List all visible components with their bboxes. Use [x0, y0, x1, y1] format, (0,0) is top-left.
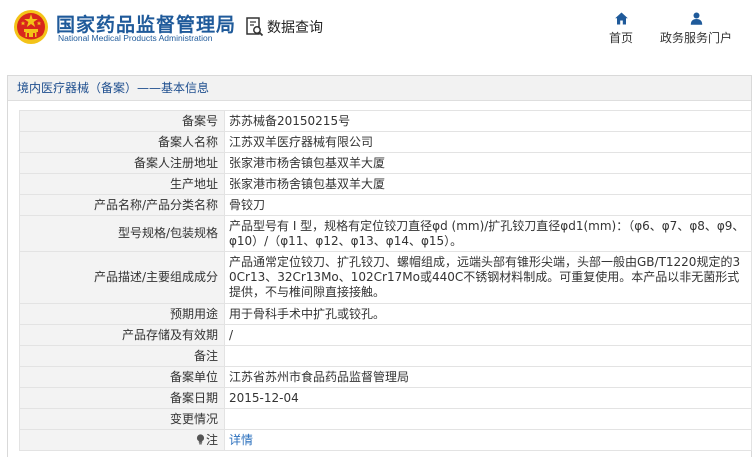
panel-breadcrumb: 境内医疗器械（备案）——基本信息	[8, 76, 751, 101]
nav-services-label: 政务服务门户	[659, 31, 732, 45]
nav-home-label: 首页	[608, 31, 633, 45]
row-value: 骨铰刀	[224, 194, 752, 216]
table-row: 变更情况	[19, 408, 752, 430]
table-row: 备案日期 2015-12-04	[19, 387, 752, 409]
nav-services-portal[interactable]: 政务服务门户	[655, 12, 737, 46]
row-label: 变更情况	[19, 408, 225, 430]
table-row: 产品存储及有效期 /	[19, 324, 752, 346]
row-value: 用于骨科手术中扩孔或铰孔。	[224, 303, 752, 325]
row-label: 备案人名称	[19, 131, 225, 153]
table-row: 备案人名称 江苏双羊医疗器械有限公司	[19, 131, 752, 153]
row-value: 苏苏械备20150215号	[224, 110, 752, 132]
table-row: 备案人注册地址 张家港市杨舍镇包基双羊大厦	[19, 152, 752, 174]
row-label: 注	[205, 432, 218, 447]
row-value	[224, 345, 752, 367]
row-label: 产品名称/产品分类名称	[19, 194, 225, 216]
row-label: 型号规格/包装规格	[19, 215, 225, 252]
national-emblem-icon	[14, 10, 48, 44]
table-row: 预期用途 用于骨科手术中扩孔或铰孔。	[19, 303, 752, 325]
row-label: 产品描述/主要组成成分	[19, 251, 225, 304]
data-query-link[interactable]: 数据查询	[246, 17, 323, 37]
row-value: /	[224, 324, 752, 346]
row-value	[224, 408, 752, 430]
row-label: 备案人注册地址	[19, 152, 225, 174]
row-label: 备案号	[19, 110, 225, 132]
note-label-cell: 注	[19, 429, 225, 451]
lightbulb-icon	[196, 433, 205, 444]
row-value: 张家港市杨舍镇包基双羊大厦	[224, 152, 752, 174]
row-value: 产品型号有 I 型，规格有定位铰刀直径φd (mm)/扩孔铰刀直径φd1(mm)…	[224, 215, 752, 252]
details-link[interactable]: 详情	[229, 433, 253, 447]
row-label: 备案单位	[19, 366, 225, 388]
table-row: 注 详情	[19, 429, 752, 451]
table-row: 型号规格/包装规格 产品型号有 I 型，规格有定位铰刀直径φd (mm)/扩孔铰…	[19, 215, 752, 252]
table-row: 备案单位 江苏省苏州市食品药品监督管理局	[19, 366, 752, 388]
site-subtitle: National Medical Products Administration	[58, 33, 213, 43]
table-row: 备案号 苏苏械备20150215号	[19, 110, 752, 132]
row-value: 2015-12-04	[224, 387, 752, 409]
site-header: 国家药品监督管理局 National Medical Products Admi…	[0, 0, 756, 66]
info-table: 备案号 苏苏械备20150215号 备案人名称 江苏双羊医疗器械有限公司 备案人…	[19, 110, 752, 451]
row-value: 江苏双羊医疗器械有限公司	[224, 131, 752, 153]
row-value: 产品通常定位铰刀、扩孔铰刀、螺帽组成，远端头部有锥形尖端，头部一般由GB/T12…	[224, 251, 752, 304]
row-label: 产品存储及有效期	[19, 324, 225, 346]
detail-panel: 境内医疗器械（备案）——基本信息 备案号 苏苏械备20150215号 备案人名称…	[7, 75, 752, 457]
table-row: 产品名称/产品分类名称 骨铰刀	[19, 194, 752, 216]
table-row: 生产地址 张家港市杨舍镇包基双羊大厦	[19, 173, 752, 195]
document-search-icon	[246, 17, 264, 37]
row-label: 备案日期	[19, 387, 225, 409]
table-row: 备注	[19, 345, 752, 367]
row-value: 江苏省苏州市食品药品监督管理局	[224, 366, 752, 388]
nav-home[interactable]: 首页	[604, 12, 638, 46]
user-icon	[690, 12, 702, 25]
table-row: 产品描述/主要组成成分 产品通常定位铰刀、扩孔铰刀、螺帽组成，远端头部有锥形尖端…	[19, 251, 752, 304]
home-icon	[614, 12, 628, 25]
data-query-label: 数据查询	[267, 20, 323, 36]
note-value-cell: 详情	[224, 429, 752, 451]
row-value: 张家港市杨舍镇包基双羊大厦	[224, 173, 752, 195]
row-label: 预期用途	[19, 303, 225, 325]
row-label: 生产地址	[19, 173, 225, 195]
row-label: 备注	[19, 345, 225, 367]
